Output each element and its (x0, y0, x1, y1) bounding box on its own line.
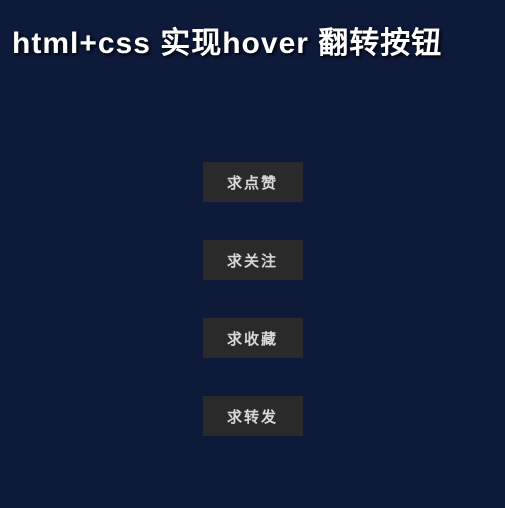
follow-button[interactable]: 求关注 (203, 240, 303, 280)
like-button[interactable]: 求点赞 (203, 162, 303, 202)
share-button-label: 求转发 (227, 406, 278, 427)
page-title: html+css 实现hover 翻转按钮 (0, 0, 505, 62)
share-button[interactable]: 求转发 (203, 396, 303, 436)
favorite-button[interactable]: 求收藏 (203, 318, 303, 358)
follow-button-label: 求关注 (227, 250, 278, 271)
button-container: 求点赞 求关注 求收藏 求转发 (0, 162, 505, 436)
like-button-label: 求点赞 (227, 172, 278, 193)
favorite-button-label: 求收藏 (227, 328, 278, 349)
